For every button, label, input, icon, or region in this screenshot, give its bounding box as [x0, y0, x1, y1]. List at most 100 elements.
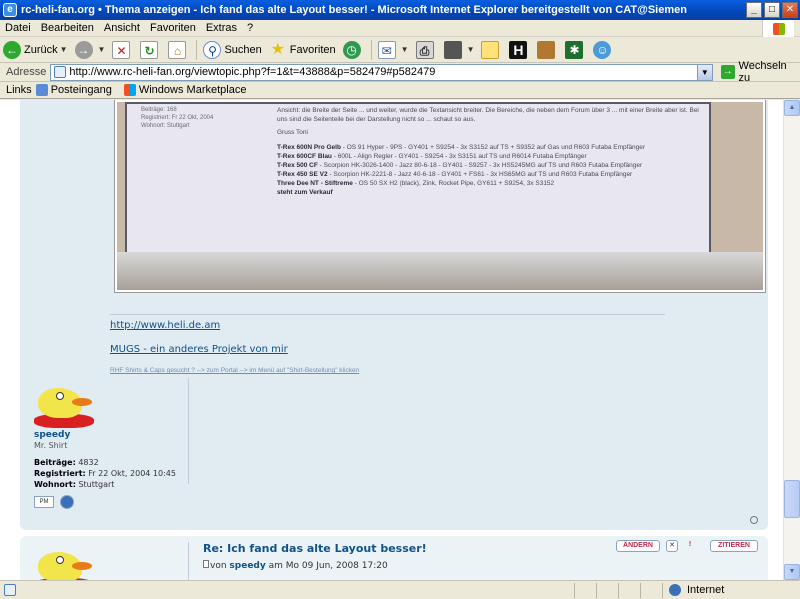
vertical-scrollbar[interactable]: ▲ ▼: [783, 100, 800, 580]
tool-button[interactable]: [534, 39, 561, 61]
signature-link-mugs[interactable]: MUGS - ein anderes Projekt von mir: [110, 344, 288, 355]
scroll-thumb[interactable]: [784, 480, 800, 518]
minimize-button[interactable]: _: [746, 2, 762, 18]
forward-arrow-icon: →: [74, 40, 93, 59]
edit-post-button[interactable]: ÄNDERN: [616, 540, 660, 552]
author-rank: Mr. Shirt: [34, 441, 68, 450]
photo-line-bold: T-Rex 450 SE V2: [277, 171, 328, 178]
search-label: Suchen: [224, 43, 262, 56]
author-registered: Registriert: Fr 22 Okt, 2004 10:45: [34, 469, 176, 478]
signature-link-shirts[interactable]: RHF Shirts & Caps gesucht ? --> zum Port…: [110, 367, 359, 374]
menu-help[interactable]: ?: [242, 22, 258, 34]
menu-ansicht[interactable]: Ansicht: [99, 22, 145, 34]
post-photo[interactable]: Beiträge: 168 Registriert: Fr 22 Okt, 20…: [115, 100, 765, 292]
edit-button[interactable]: ▼: [441, 39, 478, 61]
search-button[interactable]: ⚲ Suchen: [200, 39, 264, 61]
photo-left-column: Beiträge: 168 Registriert: Fr 22 Okt, 20…: [141, 106, 281, 246]
messenger-icon: ☺: [593, 40, 612, 59]
author-location: Wohnort: Stuttgart: [34, 480, 114, 489]
window-title: rc-heli-fan.org • Thema anzeigen - Ich f…: [21, 4, 687, 16]
back-arrow-icon: ←: [3, 40, 21, 59]
signature-link-heli[interactable]: http://www.heli.de.am: [110, 320, 220, 331]
links-bar: Links Posteingang Windows Marketplace: [0, 82, 800, 99]
notes-button[interactable]: [478, 39, 505, 61]
back-label: Zurück: [24, 43, 58, 56]
profile-divider: [188, 378, 189, 484]
windows-marketplace-icon: [123, 84, 136, 96]
close-button[interactable]: ✕: [782, 2, 798, 18]
post-author[interactable]: speedy: [34, 430, 70, 440]
back-dropdown-icon[interactable]: ▼: [60, 45, 68, 54]
registered-label: Registriert:: [34, 469, 86, 478]
go-button[interactable]: → Wechseln zu: [720, 60, 800, 84]
scroll-down-icon[interactable]: ▼: [784, 564, 800, 580]
quote-post-button[interactable]: ZITIEREN: [710, 540, 758, 552]
photo-line: steht zum Verkauf: [277, 188, 707, 197]
page-icon: [54, 66, 67, 78]
address-label: Adresse: [6, 66, 47, 78]
photo-monitor-base: [117, 252, 763, 290]
meta-von: von: [210, 561, 227, 571]
stop-button[interactable]: ✕: [109, 39, 136, 61]
note-icon: [481, 40, 500, 59]
pm-button[interactable]: PM: [34, 496, 54, 508]
menu-bearbeiten[interactable]: Bearbeiten: [36, 22, 99, 34]
post-meta: von speedy am Mo 09 Jun, 2008 17:20: [203, 560, 388, 571]
photo-line: Three Dee NT - Stiftreme - OS 50 SX H2 (…: [277, 179, 707, 188]
post-author[interactable]: speedy: [229, 561, 265, 571]
post-title[interactable]: Re: Ich fand das alte Layout besser!: [203, 542, 427, 555]
h-button[interactable]: H: [506, 39, 533, 61]
www-globe-icon[interactable]: [60, 495, 74, 509]
messenger-button[interactable]: ☺: [590, 39, 617, 61]
link-marketplace-label: Windows Marketplace: [138, 84, 247, 96]
printer-icon: ⎙: [415, 40, 434, 59]
photo-line-text: - Scorpion HK-3026-1400 - Jazz 80-6-18 -…: [317, 162, 643, 169]
mail-button[interactable]: ✉ ▼: [375, 39, 412, 61]
security-zone: Internet: [662, 582, 800, 598]
address-dropdown-icon[interactable]: ▼: [696, 64, 712, 80]
page-status-icon: [4, 584, 16, 596]
history-icon: ◷: [342, 40, 361, 59]
forward-dropdown-icon[interactable]: ▼: [98, 45, 106, 54]
go-arrow-icon: →: [720, 65, 735, 79]
refresh-button[interactable]: ↻: [137, 39, 164, 61]
photo-line-bold: steht zum Verkauf: [277, 189, 333, 196]
report-post-button[interactable]: !: [684, 540, 696, 552]
address-input[interactable]: [69, 66, 710, 78]
photo-line-text: - Scorpion HK-2221-8 - Jazz 40-6-18 - GY…: [327, 171, 633, 178]
print-button[interactable]: ⎙: [413, 39, 440, 61]
delete-post-button[interactable]: ✕: [666, 540, 678, 552]
menu-extras[interactable]: Extras: [201, 22, 242, 34]
menu-datei[interactable]: Datei: [0, 22, 36, 34]
mail-icon: ✉: [377, 40, 396, 59]
edit-dropdown-icon[interactable]: ▼: [467, 45, 475, 54]
back-button[interactable]: ← Zurück ▼: [0, 39, 71, 61]
page-viewport: Beiträge: 168 Registriert: Fr 22 Okt, 20…: [0, 100, 783, 580]
addon-button[interactable]: ✱: [562, 39, 589, 61]
go-label: Wechseln zu: [738, 60, 787, 84]
link-windows-marketplace[interactable]: Windows Marketplace: [123, 84, 247, 96]
photo-left-line: Registriert: Fr 22 Okt, 2004: [141, 115, 214, 121]
photo-line-text: - 600L - Align Regler - GY401 - S9254 - …: [331, 153, 587, 160]
forward-button[interactable]: → ▼: [72, 39, 109, 61]
photo-line: T-Rex 450 SE V2 - Scorpion HK-2221-8 - J…: [277, 170, 707, 179]
maximize-button[interactable]: □: [764, 2, 780, 18]
mail-dropdown-icon[interactable]: ▼: [401, 45, 409, 54]
address-bar: Adresse ▼ → Wechseln zu: [0, 60, 800, 84]
posts-value: 4832: [78, 458, 99, 467]
toolbar-separator: [370, 39, 372, 60]
back-to-top-icon[interactable]: [750, 516, 758, 524]
link-posteingang[interactable]: Posteingang: [35, 84, 112, 96]
photo-line-bold: Three Dee NT - Stiftreme: [277, 180, 353, 187]
scroll-up-icon[interactable]: ▲: [784, 100, 800, 116]
photo-line-bold: T-Rex 500 CF: [277, 162, 318, 169]
menu-favoriten[interactable]: Favoriten: [145, 22, 201, 34]
photo-line-text: - OS 50 SX H2 (black), Zink, Rocket Pipe…: [352, 180, 555, 187]
photo-monitor-screen: Beiträge: 168 Registriert: Fr 22 Okt, 20…: [125, 102, 711, 254]
home-button[interactable]: ⌂: [165, 39, 192, 61]
browser-window: e rc-heli-fan.org • Thema anzeigen - Ich…: [0, 0, 800, 599]
status-pane: [596, 582, 618, 598]
favorites-button[interactable]: ★ Favoriten: [266, 39, 339, 61]
history-button[interactable]: ◷: [340, 39, 367, 61]
address-box: ▼: [50, 63, 713, 81]
